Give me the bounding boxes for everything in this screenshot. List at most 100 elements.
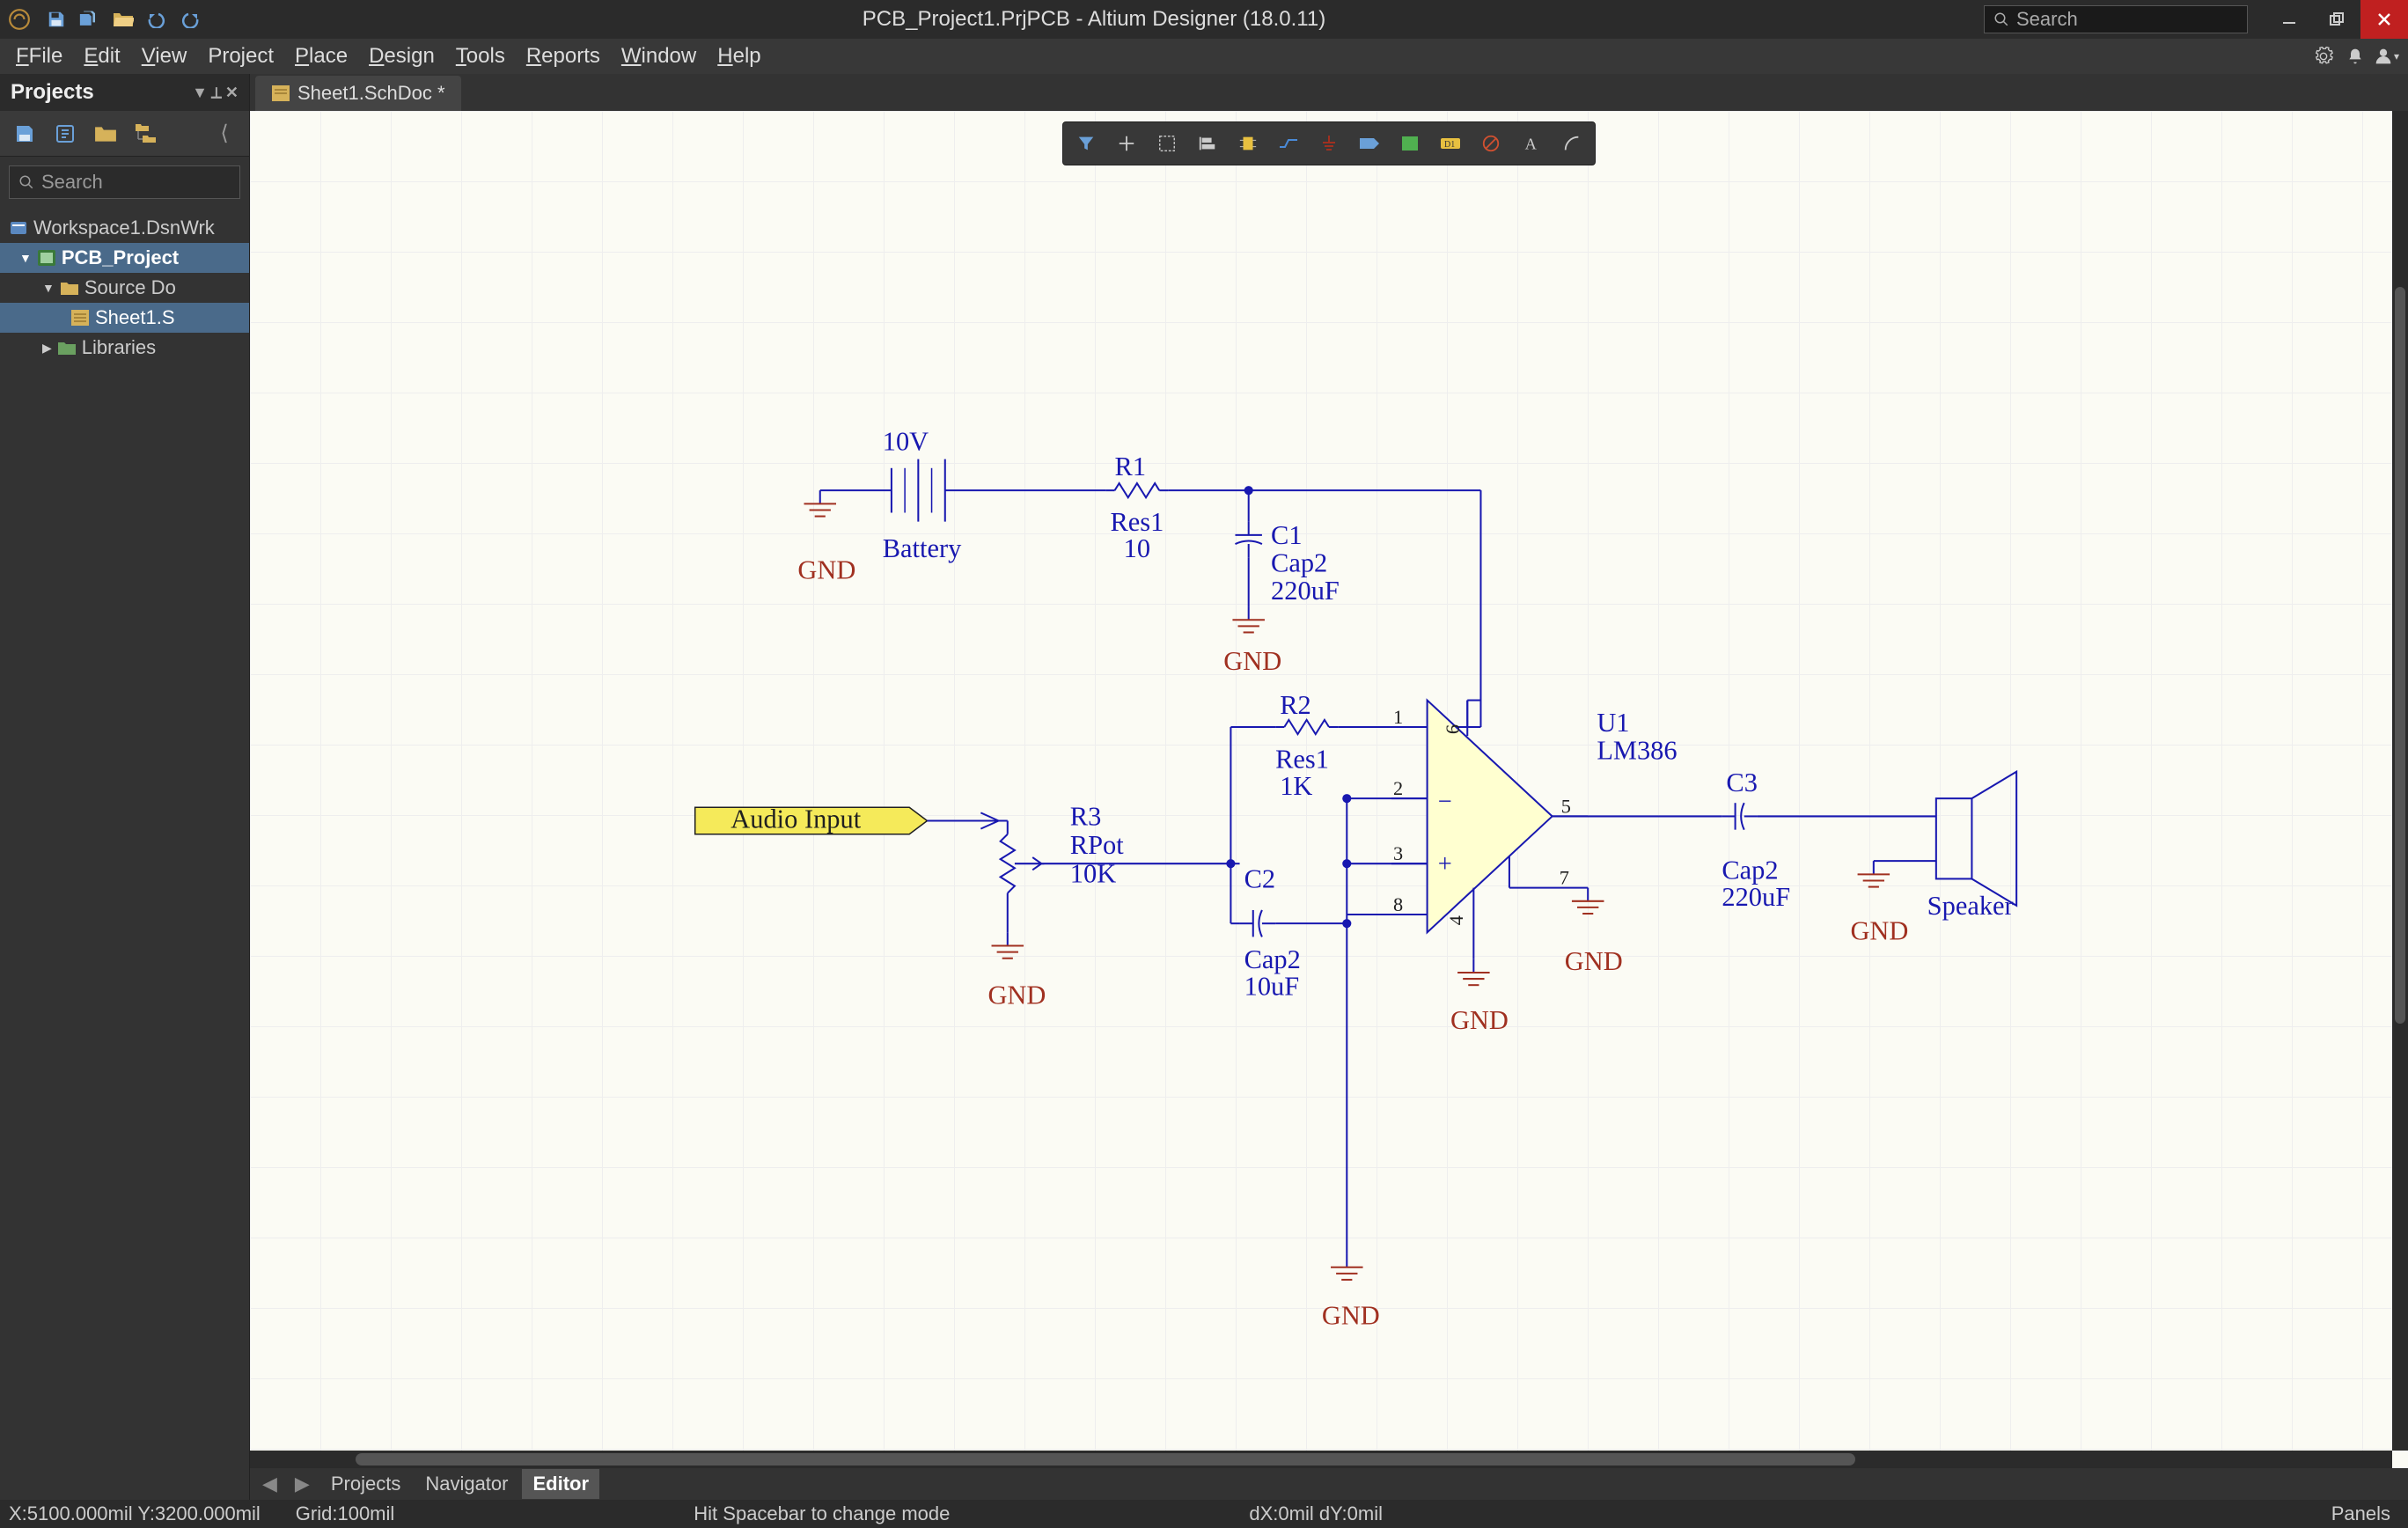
panel-save-icon[interactable]	[12, 121, 37, 146]
panel-pin-icon[interactable]: ⟂	[211, 84, 222, 102]
vertical-scrollbar[interactable]	[2392, 111, 2408, 1451]
gnd-c2[interactable]	[1331, 1254, 1363, 1280]
status-panels-button[interactable]: Panels	[2331, 1502, 2399, 1525]
schematic-doc-icon	[70, 308, 90, 327]
menu-reports[interactable]: Reports	[516, 39, 611, 74]
settings-gear-icon[interactable]	[2308, 40, 2339, 72]
close-button[interactable]	[2360, 0, 2408, 39]
svg-text:10: 10	[1124, 533, 1150, 563]
projects-tree: Workspace1.DsnWrk ▼ PCB_Project ▼ Source…	[0, 208, 249, 368]
svg-text:R3: R3	[1070, 802, 1102, 832]
minimize-button[interactable]	[2265, 0, 2313, 39]
gnd-c1[interactable]	[1232, 606, 1265, 632]
menu-design[interactable]: Design	[358, 39, 445, 74]
footer-tab-next-icon[interactable]: ▶	[288, 1471, 317, 1497]
svg-text:Cap2: Cap2	[1244, 944, 1301, 974]
menu-edit[interactable]: Edit	[73, 39, 130, 74]
document-tabs: Sheet1.SchDoc *	[250, 74, 2408, 111]
menu-tools[interactable]: Tools	[445, 39, 516, 74]
gnd-u1-pin7[interactable]	[1572, 888, 1604, 914]
gnd-r3[interactable]	[992, 932, 1024, 958]
gnd-battery[interactable]	[804, 490, 836, 516]
tree-project[interactable]: ▼ PCB_Project	[0, 243, 249, 273]
document-tab-sheet1[interactable]: Sheet1.SchDoc *	[255, 76, 461, 111]
panel-close-icon[interactable]: ✕	[225, 84, 239, 102]
notifications-bell-icon[interactable]	[2339, 40, 2371, 72]
search-placeholder: Search	[2016, 8, 2078, 31]
maximize-button[interactable]	[2313, 0, 2360, 39]
component-speaker[interactable]: Speaker	[1927, 772, 2016, 921]
tree-libraries[interactable]: ▶ Libraries	[0, 333, 249, 363]
component-c2[interactable]: C2 Cap2 10uF	[1240, 864, 1301, 1002]
menu-project[interactable]: Project	[197, 39, 284, 74]
save-icon[interactable]	[42, 5, 70, 33]
open-icon[interactable]	[109, 5, 137, 33]
expand-icon[interactable]: ▶	[42, 341, 52, 356]
svg-text:+: +	[1438, 850, 1452, 878]
menu-file[interactable]: FFileFile	[5, 39, 73, 74]
folder-icon	[57, 338, 77, 357]
panel-folder-icon[interactable]	[93, 121, 118, 146]
undo-icon[interactable]	[143, 5, 171, 33]
svg-text:R2: R2	[1280, 690, 1311, 720]
component-r2[interactable]: R2 Res1 1K	[1275, 690, 1338, 801]
component-r3[interactable]: R3 RPot 10K	[1001, 802, 1125, 933]
component-battery[interactable]: 10V Battery	[883, 426, 962, 563]
schematic-canvas[interactable]: D1 A Audio Input	[250, 111, 2408, 1468]
svg-text:220uF: 220uF	[1271, 576, 1340, 606]
svg-text:5: 5	[1561, 795, 1571, 817]
expand-icon[interactable]: ▼	[19, 251, 32, 265]
footer-tab-editor[interactable]: Editor	[522, 1469, 599, 1499]
svg-text:1K: 1K	[1280, 771, 1312, 801]
expand-icon[interactable]: ▼	[42, 281, 55, 295]
svg-text:R1: R1	[1115, 452, 1147, 481]
tree-source-docs[interactable]: ▼ Source Do	[0, 273, 249, 303]
footer-panel-tabs: ◀ ▶ Projects Navigator Editor	[250, 1468, 2408, 1500]
svg-text:C1: C1	[1271, 520, 1303, 550]
tree-sheet[interactable]: Sheet1.S	[0, 303, 249, 333]
svg-text:Cap2: Cap2	[1271, 547, 1327, 577]
svg-text:Audio Input: Audio Input	[730, 804, 861, 834]
panel-folder-tree-icon[interactable]	[134, 121, 158, 146]
footer-tab-projects[interactable]: Projects	[320, 1469, 411, 1499]
panel-compile-icon[interactable]	[53, 121, 77, 146]
port-audio-input[interactable]: Audio Input	[695, 804, 999, 834]
svg-text:RPot: RPot	[1070, 830, 1124, 860]
app-logo-icon	[0, 8, 39, 31]
svg-text:LM386: LM386	[1597, 736, 1677, 766]
title-bar: PCB_Project1.PrjPCB - Altium Designer (1…	[0, 0, 2408, 39]
svg-text:U1: U1	[1597, 708, 1629, 738]
menu-window[interactable]: Window	[611, 39, 707, 74]
user-account-icon[interactable]: ▾	[2371, 40, 2403, 72]
svg-text:6: 6	[1442, 724, 1464, 734]
menu-view[interactable]: View	[131, 39, 198, 74]
menu-place[interactable]: Place	[284, 39, 358, 74]
schematic-doc-icon	[271, 84, 290, 103]
global-search-input[interactable]: Search	[1984, 5, 2248, 33]
footer-tab-navigator[interactable]: Navigator	[415, 1469, 518, 1499]
gnd-u1-pin4[interactable]	[1457, 959, 1490, 985]
panel-dropdown-icon[interactable]: ▼	[192, 84, 208, 102]
svg-text:7: 7	[1560, 867, 1569, 889]
projects-search-placeholder: Search	[41, 171, 103, 194]
svg-text:GND: GND	[1223, 646, 1281, 676]
svg-text:1: 1	[1393, 706, 1403, 728]
gnd-speaker[interactable]	[1858, 861, 1890, 886]
component-c3[interactable]: C3 Cap2 220uF	[1722, 768, 1790, 912]
panel-options-icon[interactable]: ⟨	[212, 121, 237, 146]
projects-search-input[interactable]: Search	[9, 165, 240, 199]
svg-text:−: −	[1438, 788, 1452, 815]
component-c1[interactable]: C1 Cap2 220uF	[1235, 520, 1339, 606]
tree-workspace[interactable]: Workspace1.DsnWrk	[0, 213, 249, 243]
component-u1[interactable]: − + 1 2 3 8 5 6 7 4 U1	[1391, 701, 1678, 959]
save-all-icon[interactable]	[76, 5, 104, 33]
redo-icon[interactable]	[176, 5, 204, 33]
horizontal-scrollbar[interactable]	[250, 1451, 2392, 1468]
component-r1[interactable]: R1 Res1 10	[1105, 452, 1168, 563]
svg-text:GND: GND	[987, 980, 1046, 1010]
svg-text:10uF: 10uF	[1244, 971, 1300, 1001]
svg-text:4: 4	[1445, 915, 1467, 925]
footer-tab-prev-icon[interactable]: ◀	[255, 1471, 284, 1497]
menu-help[interactable]: Help	[707, 39, 771, 74]
svg-text:220uF: 220uF	[1722, 882, 1790, 912]
